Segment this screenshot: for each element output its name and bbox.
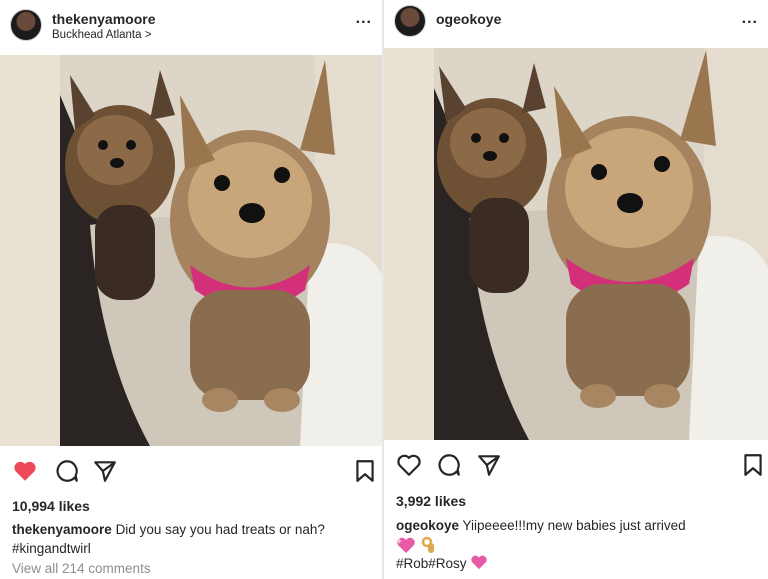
- post-username[interactable]: ogeokoye: [436, 11, 501, 27]
- post-caption: thekenyamoore Did you say you had treats…: [12, 520, 377, 558]
- ok-hand-emoji: [421, 536, 434, 553]
- more-options-icon[interactable]: ...: [356, 10, 372, 28]
- post-caption: ogeokoye Yiipeeee!!!my new babies just a…: [396, 516, 761, 573]
- share-icon[interactable]: [476, 452, 502, 478]
- heart-filled-icon[interactable]: [12, 458, 38, 484]
- instagram-post-right: ogeokoye ... 3,992 likes ogeokoye Yiipee…: [384, 0, 768, 579]
- caption-text: Did you say you had treats or nah?: [115, 522, 325, 537]
- likes-count[interactable]: 10,994 likes: [12, 498, 90, 514]
- yorkie-dogs-photo: [0, 55, 382, 446]
- view-comments-link[interactable]: View all 214 comments: [12, 561, 151, 576]
- comment-icon[interactable]: [54, 458, 80, 484]
- post-actions: [0, 458, 382, 488]
- instagram-post-left: thekenyamoore Buckhead Atlanta > ... 10,…: [0, 0, 382, 579]
- heart-outline-icon[interactable]: [396, 452, 422, 478]
- caption-text: Yiipeeee!!!my new babies just arrived: [462, 518, 686, 533]
- caption-hashtags[interactable]: #Rob#Rosy: [396, 554, 761, 573]
- caption-username[interactable]: ogeokoye: [396, 518, 459, 533]
- post-username[interactable]: thekenyamoore: [52, 11, 155, 27]
- sparkling-heart-emoji: [471, 555, 488, 570]
- bookmark-icon[interactable]: [352, 458, 378, 484]
- bookmark-icon[interactable]: [740, 452, 766, 478]
- avatar[interactable]: [10, 9, 42, 41]
- more-options-icon[interactable]: ...: [742, 10, 758, 28]
- share-icon[interactable]: [92, 458, 118, 484]
- post-header: ogeokoye ...: [384, 0, 768, 50]
- post-photo[interactable]: [0, 55, 382, 446]
- post-actions: [384, 452, 768, 482]
- comment-icon[interactable]: [436, 452, 462, 478]
- post-photo[interactable]: [384, 48, 768, 440]
- avatar[interactable]: [394, 5, 426, 37]
- caption-emoji-row: [396, 535, 761, 554]
- caption-hashtags[interactable]: #kingandtwirl: [12, 539, 377, 558]
- likes-count[interactable]: 3,992 likes: [396, 493, 466, 509]
- post-header: thekenyamoore Buckhead Atlanta > ...: [0, 0, 382, 50]
- hashtag-text[interactable]: #Rob#Rosy: [396, 556, 467, 571]
- yorkie-dogs-photo: [384, 48, 768, 440]
- caption-username[interactable]: thekenyamoore: [12, 522, 112, 537]
- post-location[interactable]: Buckhead Atlanta >: [52, 29, 151, 41]
